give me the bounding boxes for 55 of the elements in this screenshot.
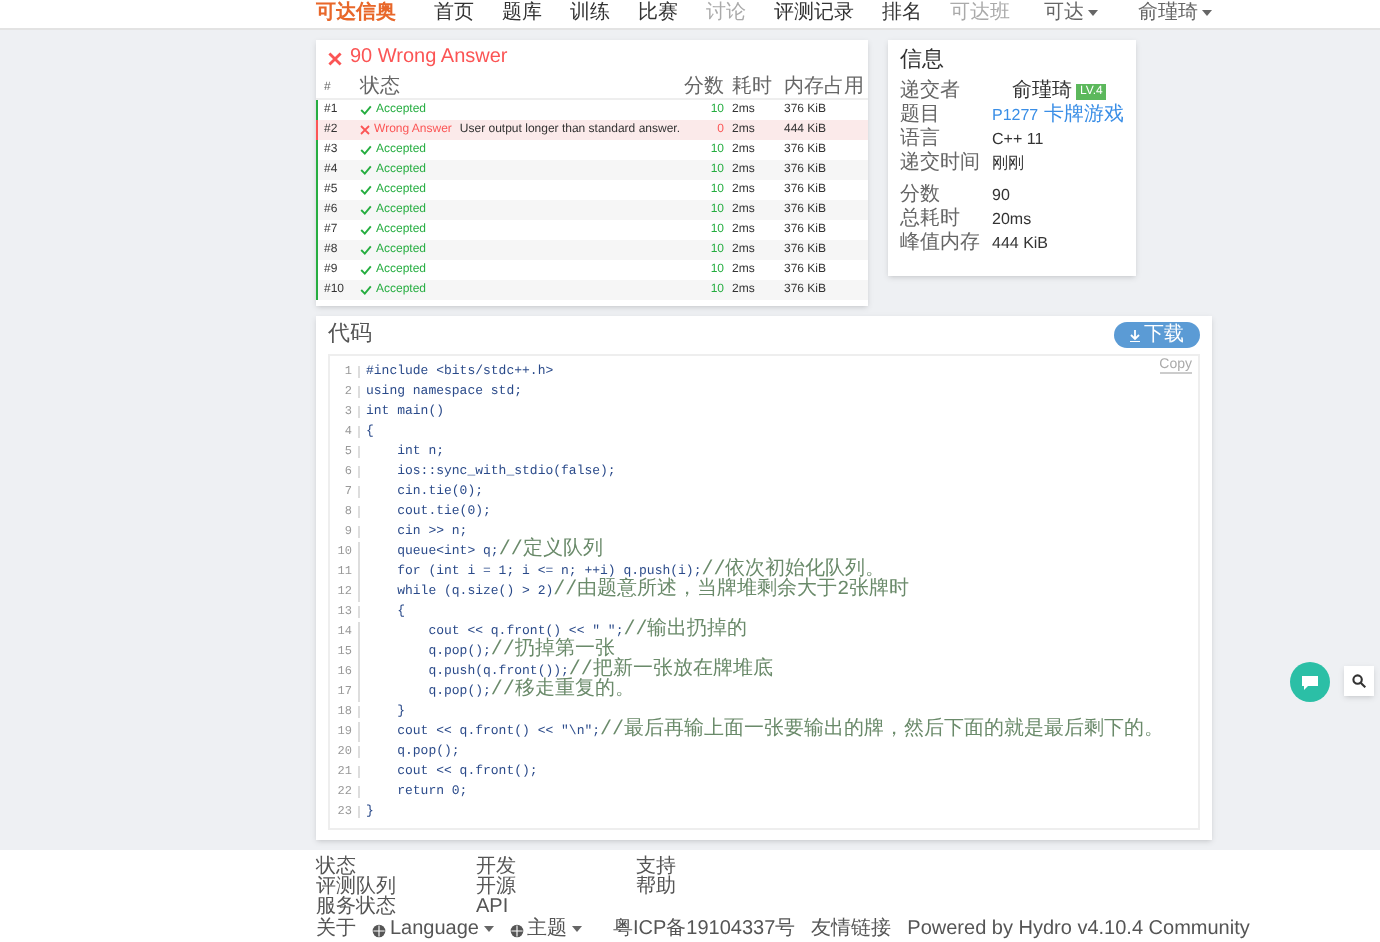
info-value[interactable]: 俞瑾琦 [1012, 82, 1072, 102]
info-label: 题目 [900, 106, 942, 126]
info-value: 90 [992, 188, 1010, 204]
column-header: 分数 [682, 77, 724, 97]
footer-link[interactable]: 评测队列 [316, 878, 396, 898]
info-title: 信息 [900, 45, 946, 76]
result-title: 90 Wrong Answer [350, 48, 508, 68]
nav-link[interactable]: 排名 [882, 4, 922, 24]
info-label: 递交者 [900, 82, 962, 102]
info-label: 递交时间 [900, 154, 982, 174]
footer-link[interactable]: 友情链接 [811, 920, 892, 940]
caret-icon [1202, 10, 1212, 18]
nav-link[interactable]: 比赛 [638, 4, 678, 24]
code-title: 代码 [328, 320, 372, 351]
cross-icon [328, 51, 342, 65]
nav-link[interactable]: 题库 [502, 4, 542, 24]
footer-link[interactable]: API [476, 898, 556, 918]
check-icon [360, 104, 372, 116]
nav-dropdown[interactable]: 俞瑾琦 [1138, 4, 1212, 24]
info-value: 刚刚 [992, 156, 1024, 172]
search-button[interactable] [1344, 666, 1374, 696]
footer-link[interactable]: 帮助 [636, 878, 716, 898]
info-label: 分数 [900, 186, 942, 206]
footer-heading: 支持 [636, 856, 678, 878]
column-header: 内存占用 [782, 77, 860, 97]
info-label: 峰值内存 [900, 234, 982, 254]
footer-link[interactable]: 服务状态 [316, 898, 396, 918]
globe-icon [372, 923, 386, 937]
footer-heading: 状态 [316, 856, 357, 878]
footer-dropdown[interactable]: Language [372, 920, 493, 940]
footer-heading: 开发 [476, 856, 518, 878]
info-value: 20ms [992, 212, 1032, 228]
nav-link[interactable]: 评测记录 [774, 4, 854, 24]
chat-icon [1300, 673, 1320, 691]
nav-dropdown[interactable]: 可达 [1044, 4, 1098, 24]
footer-dropdown[interactable]: 主题 [509, 920, 581, 940]
footer-link[interactable]: 粤ICP备19104337号 [613, 920, 796, 940]
info-value: 444 KiB [992, 236, 1049, 252]
info-value: C++ 11 [992, 132, 1044, 148]
info-label: 语言 [900, 130, 942, 150]
column-header: 状态 [360, 77, 402, 97]
nav-link[interactable]: 训练 [570, 4, 610, 24]
caret-icon [571, 926, 581, 934]
footer-link[interactable]: Powered by Hydro v4.10.4 Community [907, 920, 1250, 940]
search-icon [1352, 674, 1366, 688]
footer-link[interactable]: 关于 [316, 920, 356, 940]
cross-icon [360, 124, 371, 136]
download-icon [1130, 329, 1140, 341]
info-label: 总耗时 [900, 210, 962, 230]
column-header: 耗时 [730, 77, 774, 97]
globe-icon [509, 923, 523, 937]
caret-icon [483, 926, 493, 934]
footer-link[interactable]: 开源 [476, 878, 556, 898]
nav-link[interactable]: 首页 [434, 4, 474, 24]
caret-icon [1088, 10, 1098, 18]
